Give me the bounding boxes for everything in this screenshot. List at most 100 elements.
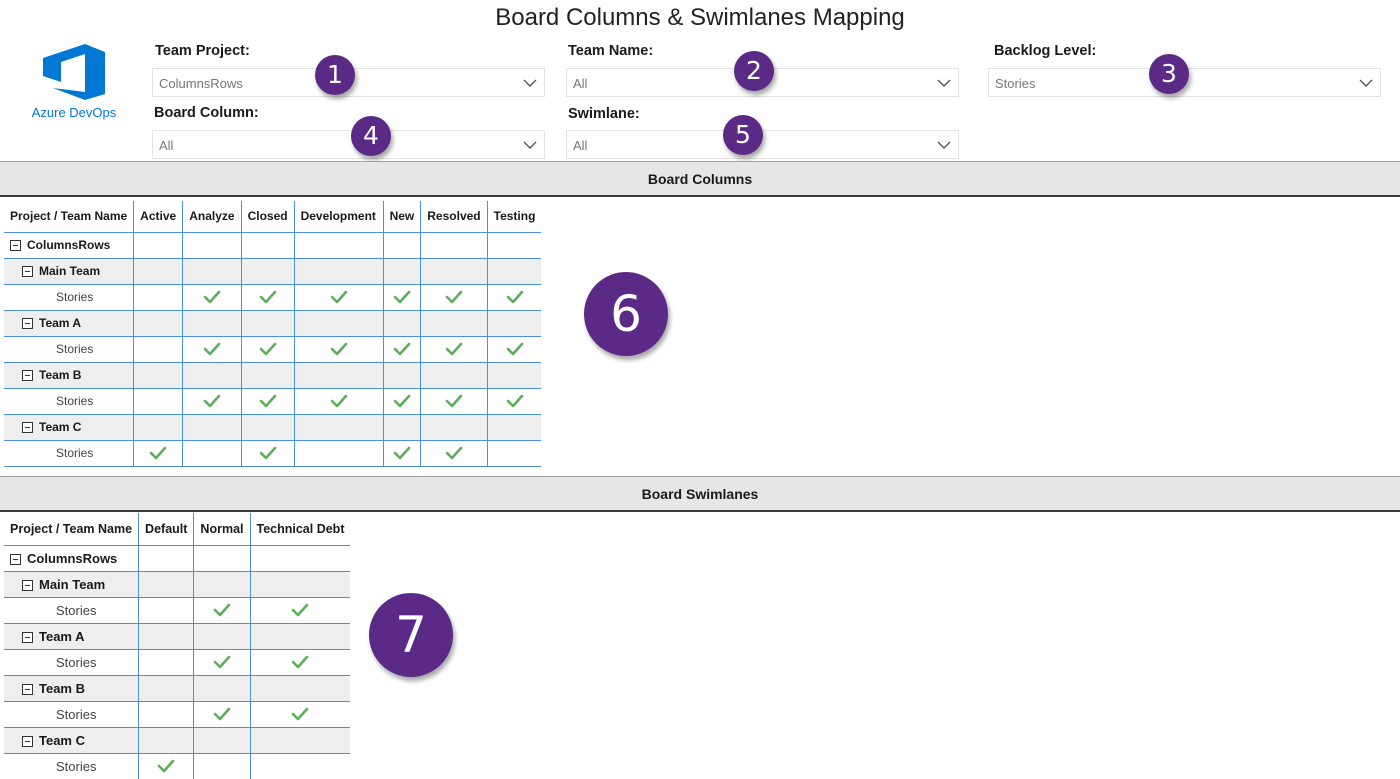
row-name: ColumnsRows xyxy=(27,550,118,566)
column-header[interactable]: New xyxy=(383,201,422,233)
column-header[interactable]: Technical Debt xyxy=(250,513,351,546)
checkmark-icon xyxy=(259,395,276,408)
column-header[interactable]: Development xyxy=(294,201,384,233)
row-name: Team A xyxy=(39,316,82,330)
table-row: Stories xyxy=(4,388,542,415)
mapping-cell xyxy=(250,753,351,779)
mapping-cell xyxy=(420,362,488,389)
column-header[interactable]: Closed xyxy=(241,201,295,233)
collapse-icon[interactable] xyxy=(10,240,21,252)
mapping-cell xyxy=(138,701,195,728)
mapping-cell xyxy=(250,649,351,676)
callout-badge-5: 5 xyxy=(723,115,763,155)
mapping-cell xyxy=(250,727,351,754)
mapping-cell xyxy=(383,284,422,311)
mapping-cell xyxy=(133,310,184,337)
row-name-cell: Stories xyxy=(4,388,135,415)
mapping-cell xyxy=(241,388,295,415)
row-name-cell: Stories xyxy=(4,336,135,363)
table-row: Stories xyxy=(4,701,351,728)
team-project-label: Team Project: xyxy=(155,43,250,59)
collapse-icon[interactable] xyxy=(22,735,33,747)
checkmark-icon xyxy=(203,343,221,356)
row-name: Stories xyxy=(56,602,97,618)
mapping-cell xyxy=(294,336,384,363)
mapping-cell xyxy=(193,753,251,779)
column-header[interactable]: Resolved xyxy=(420,201,488,233)
backlog-level-value: Stories xyxy=(995,76,1036,91)
row-name-cell: Team A xyxy=(4,310,135,337)
checkmark-icon xyxy=(445,343,463,356)
column-header[interactable]: Default xyxy=(138,513,195,546)
column-header[interactable]: Active xyxy=(133,201,184,233)
board-column-dropdown[interactable]: All xyxy=(152,130,545,159)
row-name: Main Team xyxy=(39,264,101,278)
row-name: Stories xyxy=(56,446,94,460)
column-header[interactable]: Testing xyxy=(487,201,542,233)
mapping-cell xyxy=(193,701,251,728)
checkmark-icon xyxy=(393,395,411,408)
collapse-icon[interactable] xyxy=(22,266,33,278)
mapping-cell xyxy=(250,675,351,702)
checkmark-icon xyxy=(506,343,523,356)
mapping-cell xyxy=(182,310,242,337)
swimlane-value: All xyxy=(573,138,588,153)
mapping-cell xyxy=(193,545,251,572)
collapse-icon[interactable] xyxy=(22,370,33,382)
table-row: ColumnsRows xyxy=(4,232,542,259)
checkmark-icon xyxy=(259,291,276,304)
mapping-cell xyxy=(138,675,195,702)
row-name-cell: Team B xyxy=(4,675,140,702)
collapse-icon[interactable] xyxy=(22,579,33,591)
team-name-label: Team Name: xyxy=(568,43,654,59)
mapping-cell xyxy=(182,440,242,467)
mapping-cell xyxy=(133,440,184,467)
callout-badge-2: 2 xyxy=(734,51,774,91)
table-row: Team B xyxy=(4,362,542,389)
mapping-cell xyxy=(193,727,251,754)
column-header-name: Project / Team Name xyxy=(4,513,140,546)
column-header[interactable]: Analyze xyxy=(182,201,242,233)
mapping-cell xyxy=(133,336,184,363)
checkmark-icon xyxy=(203,291,221,304)
mapping-cell xyxy=(193,597,251,624)
mapping-cell xyxy=(420,414,488,441)
collapse-icon[interactable] xyxy=(22,422,33,434)
mapping-cell xyxy=(241,310,295,337)
mapping-cell xyxy=(294,310,384,337)
row-name: Stories xyxy=(56,342,94,356)
table-header-row: Project / Team Name Active Analyze Closed De… xyxy=(4,201,542,233)
mapping-cell xyxy=(383,440,422,467)
mapping-cell xyxy=(383,362,422,389)
collapse-icon[interactable] xyxy=(22,631,33,643)
row-name-cell: Stories xyxy=(4,753,140,779)
mapping-cell xyxy=(138,571,195,598)
mapping-cell xyxy=(294,284,384,311)
azure-devops-icon xyxy=(43,44,105,100)
column-header[interactable]: Normal xyxy=(193,513,251,546)
table-row: Team A xyxy=(4,623,351,650)
collapse-icon[interactable] xyxy=(10,553,21,565)
checkmark-icon xyxy=(203,395,221,408)
row-name: Stories xyxy=(56,654,97,670)
checkmark-icon xyxy=(330,343,347,356)
mapping-cell xyxy=(383,258,422,285)
mapping-cell xyxy=(241,232,295,259)
table-row: Team C xyxy=(4,727,351,754)
mapping-cell xyxy=(420,284,488,311)
mapping-cell xyxy=(250,701,351,728)
callout-badge-4: 4 xyxy=(351,116,391,156)
mapping-cell xyxy=(420,232,488,259)
checkmark-icon xyxy=(393,291,411,304)
row-name: Stories xyxy=(56,290,94,304)
collapse-icon[interactable] xyxy=(22,683,33,695)
board-columns-table: Project / Team Name Active Analyze Closed De… xyxy=(4,201,542,467)
table-row: Main Team xyxy=(4,571,351,598)
row-name-cell: Team A xyxy=(4,623,140,650)
checkmark-icon xyxy=(506,291,523,304)
mapping-cell xyxy=(420,440,488,467)
row-name: Team C xyxy=(39,732,85,748)
collapse-icon[interactable] xyxy=(22,318,33,330)
table-row: Stories xyxy=(4,649,351,676)
logo-text: Azure DevOps xyxy=(31,105,117,120)
